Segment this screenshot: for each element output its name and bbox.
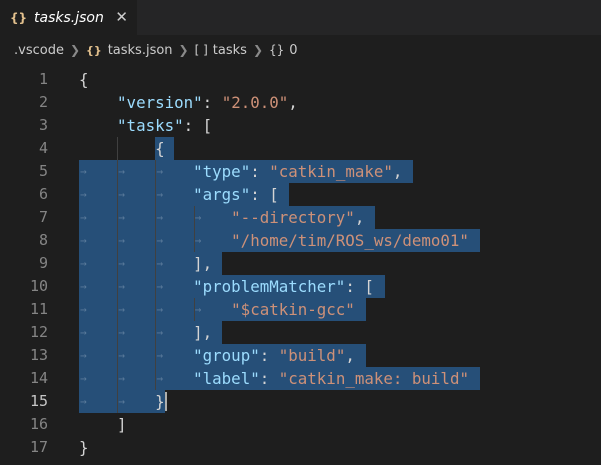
code-text[interactable]: "tasks": [ bbox=[79, 114, 212, 137]
code-line[interactable]: 1{ bbox=[0, 68, 601, 91]
code-text[interactable]: ], bbox=[79, 252, 212, 275]
code-text[interactable]: "version": "2.0.0", bbox=[79, 91, 298, 114]
breadcrumb: .vscode ❯ {} tasks.json ❯ [ ] tasks ❯ {}… bbox=[0, 38, 601, 62]
code-line[interactable]: 4 { bbox=[0, 137, 601, 160]
line-number: 11 bbox=[29, 300, 48, 318]
code-editor[interactable]: 1{2 "version": "2.0.0", 3 "tasks": [4 {→ →… bbox=[0, 64, 601, 465]
line-number: 10 bbox=[29, 277, 48, 295]
line-number: 16 bbox=[29, 415, 48, 433]
line-number: 1 bbox=[38, 70, 48, 88]
code-text[interactable]: "/home/tim/ROS_ws/demo01" bbox=[79, 229, 469, 252]
code-line[interactable]: 16 ] bbox=[0, 413, 601, 436]
code-text[interactable]: ], bbox=[79, 321, 212, 344]
breadcrumb-tasks-json[interactable]: tasks.json bbox=[108, 43, 173, 58]
tab-tasks-json[interactable]: {} tasks.json ✕ bbox=[0, 0, 137, 35]
code-text[interactable]: { bbox=[79, 68, 89, 91]
code-line[interactable]: → → → 13 "group": "build", bbox=[0, 344, 601, 367]
code-text[interactable]: "group": "build", bbox=[79, 344, 355, 367]
code-line[interactable]: → → → 6 "args": [ bbox=[0, 183, 601, 206]
json-file-icon: {} bbox=[86, 43, 102, 57]
line-number: 5 bbox=[38, 162, 48, 180]
line-number: 7 bbox=[38, 208, 48, 226]
code-line[interactable]: → → → 5 "type": "catkin_make", bbox=[0, 160, 601, 183]
line-number: 17 bbox=[29, 438, 48, 456]
text-cursor bbox=[164, 392, 167, 411]
code-text[interactable]: "$catkin-gcc" bbox=[79, 298, 355, 321]
code-text[interactable]: "args": [ bbox=[79, 183, 279, 206]
breadcrumb-vscode[interactable]: .vscode bbox=[14, 43, 64, 58]
object-icon: {} bbox=[269, 43, 285, 57]
code-line[interactable]: → → → 9 ], bbox=[0, 252, 601, 275]
chevron-right-icon: ❯ bbox=[252, 43, 263, 57]
tab-bar: {} tasks.json ✕ bbox=[0, 0, 601, 35]
line-number: 4 bbox=[38, 139, 48, 157]
code-line[interactable]: → → → → 7 "--directory", bbox=[0, 206, 601, 229]
line-number: 8 bbox=[38, 231, 48, 249]
line-number: 12 bbox=[29, 323, 48, 341]
code-line[interactable]: 3 "tasks": [ bbox=[0, 114, 601, 137]
code-text[interactable]: } bbox=[79, 436, 89, 459]
code-line[interactable]: → → → → 8 "/home/tim/ROS_ws/demo01" bbox=[0, 229, 601, 252]
code-text[interactable]: "label": "catkin_make: build" bbox=[79, 367, 469, 390]
chevron-right-icon: ❯ bbox=[178, 43, 189, 57]
code-line[interactable]: 2 "version": "2.0.0", bbox=[0, 91, 601, 114]
line-number: 9 bbox=[38, 254, 48, 272]
code-line[interactable]: → → → → 11 "$catkin-gcc" bbox=[0, 298, 601, 321]
array-icon: [ ] bbox=[194, 43, 208, 57]
line-number: 14 bbox=[29, 369, 48, 387]
breadcrumb-item-0[interactable]: 0 bbox=[289, 43, 297, 58]
line-number: 13 bbox=[29, 346, 48, 364]
breadcrumb-tasks[interactable]: tasks bbox=[213, 43, 247, 58]
code-text[interactable]: ] bbox=[79, 413, 127, 436]
line-number: 2 bbox=[38, 93, 48, 111]
code-line[interactable]: → → → 12 ], bbox=[0, 321, 601, 344]
code-text[interactable]: "problemMatcher": [ bbox=[79, 275, 374, 298]
chevron-right-icon: ❯ bbox=[69, 43, 81, 57]
code-line[interactable]: 17} bbox=[0, 436, 601, 459]
line-number: 3 bbox=[38, 116, 48, 134]
code-text[interactable]: "--directory", bbox=[79, 206, 364, 229]
code-text[interactable]: "type": "catkin_make", bbox=[79, 160, 402, 183]
close-icon[interactable]: ✕ bbox=[115, 8, 128, 26]
code-line[interactable]: → → → 14 "label": "catkin_make: build" bbox=[0, 367, 601, 390]
tab-label: tasks.json bbox=[34, 9, 104, 26]
code-text[interactable]: } bbox=[79, 390, 165, 413]
line-number: 6 bbox=[38, 185, 48, 203]
line-number: 15 bbox=[29, 392, 48, 410]
code-line[interactable]: → → → 10 "problemMatcher": [ bbox=[0, 275, 601, 298]
json-file-icon: {} bbox=[10, 10, 28, 25]
code-line[interactable]: → → 15 } bbox=[0, 390, 601, 413]
code-text[interactable]: { bbox=[79, 137, 165, 160]
